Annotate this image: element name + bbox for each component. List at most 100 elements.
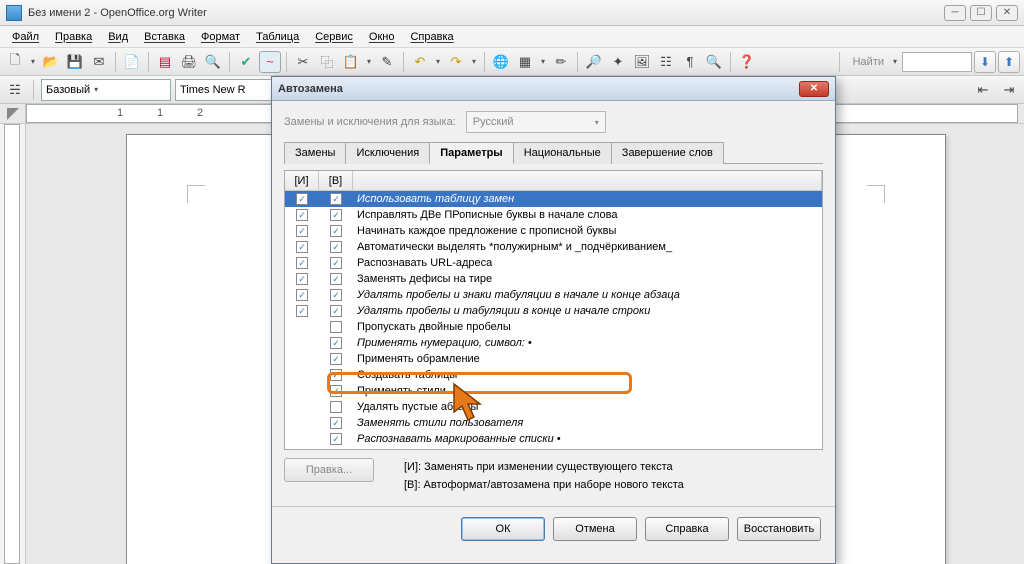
ruler-corner[interactable] (0, 104, 26, 123)
checkbox-v[interactable] (330, 273, 342, 285)
gallery-icon[interactable]: 🖼 (631, 51, 653, 73)
find-input[interactable] (902, 52, 972, 72)
paragraph-style-combo[interactable]: Базовый ▾ (41, 79, 171, 101)
checkbox-v[interactable] (330, 241, 342, 253)
find-prev-icon[interactable]: ⬆ (998, 51, 1020, 73)
checkbox-v[interactable] (330, 321, 342, 333)
option-row[interactable]: Применять стили (285, 383, 822, 399)
option-row[interactable]: Удалять пустые абзацы (285, 399, 822, 415)
nonprinting-icon[interactable]: ¶ (679, 51, 701, 73)
menu-window[interactable]: Окно (361, 29, 403, 45)
menu-help[interactable]: Справка (402, 29, 461, 45)
undo-icon[interactable]: ↶ (409, 51, 431, 73)
find-dropdown[interactable]: ▾ (890, 57, 900, 66)
email-icon[interactable]: ✉ (88, 51, 110, 73)
redo-icon[interactable]: ↷ (445, 51, 467, 73)
option-row[interactable]: Удалять пробелы и табуляции в конце и на… (285, 303, 822, 319)
tab-exceptions[interactable]: Исключения (345, 142, 430, 164)
checkbox-v[interactable] (330, 401, 342, 413)
open-icon[interactable]: 📂 (40, 51, 62, 73)
cancel-button[interactable]: Отмена (553, 517, 637, 541)
vertical-ruler[interactable] (0, 124, 26, 564)
spellcheck-icon[interactable]: ✔ (235, 51, 257, 73)
pdf-icon[interactable]: ▤ (154, 51, 176, 73)
redo-dropdown[interactable]: ▾ (469, 57, 479, 66)
menu-view[interactable]: Вид (100, 29, 136, 45)
datasource-icon[interactable]: ☷ (655, 51, 677, 73)
close-button[interactable]: ✕ (996, 5, 1018, 21)
checkbox-v[interactable] (330, 289, 342, 301)
tab-localized[interactable]: Национальные (513, 142, 612, 164)
help-icon[interactable]: ❓ (736, 51, 758, 73)
table-icon[interactable]: ▦ (514, 51, 536, 73)
checkbox-v[interactable] (330, 225, 342, 237)
option-row[interactable]: Объединять однострочные абзацы, если дли… (285, 447, 822, 449)
ok-button[interactable]: ОК (461, 517, 545, 541)
menu-table[interactable]: Таблица (248, 29, 307, 45)
font-name-combo[interactable]: Times New R (175, 79, 275, 101)
menu-tools[interactable]: Сервис (307, 29, 361, 45)
paste-icon[interactable]: 📋 (340, 51, 362, 73)
undo-dropdown[interactable]: ▾ (433, 57, 443, 66)
minimize-button[interactable]: ─ (944, 5, 966, 21)
menu-insert[interactable]: Вставка (136, 29, 193, 45)
zoom-icon[interactable]: 🔍 (703, 51, 725, 73)
checkbox-v[interactable] (330, 257, 342, 269)
styles-icon[interactable]: ☵ (4, 79, 26, 101)
drawing-icon[interactable]: ✏ (550, 51, 572, 73)
dialog-titlebar[interactable]: Автозамена ✕ (272, 77, 835, 101)
format-paintbrush-icon[interactable]: ✎ (376, 51, 398, 73)
checkbox-v[interactable] (330, 385, 342, 397)
col-v[interactable]: [В] (319, 171, 353, 190)
menu-edit[interactable]: Правка (47, 29, 100, 45)
save-icon[interactable]: 💾 (64, 51, 86, 73)
checkbox-v[interactable] (330, 305, 342, 317)
option-row[interactable]: Пропускать двойные пробелы (285, 319, 822, 335)
cut-icon[interactable]: ✂ (292, 51, 314, 73)
new-doc-icon[interactable]: 🗋 (4, 51, 26, 73)
option-row[interactable]: Удалять пробелы и знаки табуляции в нача… (285, 287, 822, 303)
preview-icon[interactable]: 🔍 (202, 51, 224, 73)
option-row[interactable]: Применять нумерацию, символ: • (285, 335, 822, 351)
options-body[interactable]: Использовать таблицу заменИсправлять ДВе… (285, 191, 822, 449)
checkbox-v[interactable] (330, 209, 342, 221)
indent-increase-icon[interactable]: ⇥ (998, 79, 1020, 101)
menu-file[interactable]: Файл (4, 29, 47, 45)
option-row[interactable]: Распознавать маркированные списки • (285, 431, 822, 447)
option-row[interactable]: Создавать таблицы (285, 367, 822, 383)
find-next-icon[interactable]: ⬇ (974, 51, 996, 73)
indent-decrease-icon[interactable]: ⇤ (972, 79, 994, 101)
edit-doc-icon[interactable]: 📄 (121, 51, 143, 73)
find-icon[interactable]: 🔎 (583, 51, 605, 73)
edit-button[interactable]: Правка... (284, 458, 374, 482)
dialog-close-button[interactable]: ✕ (799, 81, 829, 97)
autospell-icon[interactable]: ~ (259, 51, 281, 73)
navigator-icon[interactable]: ✦ (607, 51, 629, 73)
print-icon[interactable]: 🖨 (178, 51, 200, 73)
new-doc-dropdown[interactable]: ▾ (28, 57, 38, 66)
checkbox-m[interactable] (296, 241, 308, 253)
checkbox-m[interactable] (296, 289, 308, 301)
checkbox-v[interactable] (330, 433, 342, 445)
checkbox-m[interactable] (296, 209, 308, 221)
option-row[interactable]: Автоматически выделять *полужирным* и _п… (285, 239, 822, 255)
maximize-button[interactable]: ☐ (970, 5, 992, 21)
col-text[interactable] (353, 171, 822, 190)
tab-replace[interactable]: Замены (284, 142, 346, 164)
checkbox-v[interactable] (330, 337, 342, 349)
hyperlink-icon[interactable]: 🌐 (490, 51, 512, 73)
option-row[interactable]: Заменять дефисы на тире (285, 271, 822, 287)
option-row[interactable]: Начинать каждое предложение с прописной … (285, 223, 822, 239)
checkbox-v[interactable] (330, 193, 342, 205)
menu-format[interactable]: Формат (193, 29, 248, 45)
option-row[interactable]: Применять обрамление (285, 351, 822, 367)
checkbox-m[interactable] (296, 273, 308, 285)
language-combo[interactable]: Русский ▾ (466, 111, 606, 133)
table-dropdown[interactable]: ▾ (538, 57, 548, 66)
col-m[interactable]: [И] (285, 171, 319, 190)
reset-button[interactable]: Восстановить (737, 517, 821, 541)
checkbox-v[interactable] (330, 417, 342, 429)
tab-wordcompletion[interactable]: Завершение слов (611, 142, 724, 164)
checkbox-m[interactable] (296, 305, 308, 317)
option-row[interactable]: Использовать таблицу замен (285, 191, 822, 207)
